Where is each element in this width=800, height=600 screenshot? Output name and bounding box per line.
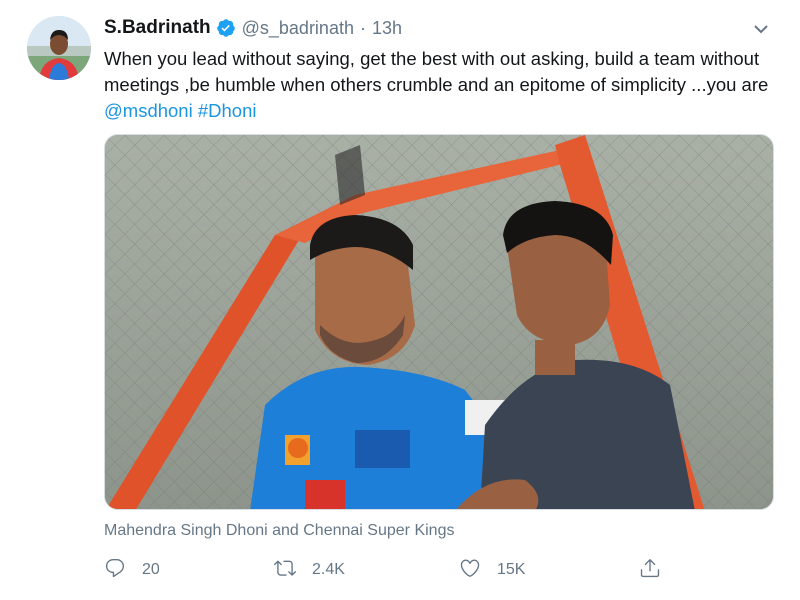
tweet-actions: 20 2.4K 15K [104, 556, 684, 584]
separator-dot: · [359, 17, 366, 38]
reply-button[interactable]: 20 [104, 556, 160, 584]
timestamp[interactable]: 13h [372, 18, 402, 39]
like-count: 15K [497, 561, 526, 578]
media-caption: Mahendra Singh Dhoni and Chennai Super K… [104, 522, 455, 539]
tweet-text-body: When you lead without saying, get the be… [104, 48, 769, 95]
hashtag-link[interactable]: #Dhoni [198, 100, 257, 121]
tweet-card[interactable]: S.Badrinath @s_badrinath · 13h When you … [0, 0, 800, 600]
retweet-count: 2.4K [312, 561, 345, 578]
like-button[interactable]: 15K [459, 556, 525, 584]
avatar[interactable] [27, 16, 91, 80]
handle[interactable]: @s_badrinath [242, 18, 354, 39]
retweet-button[interactable]: 2.4K [274, 556, 345, 584]
reply-count: 20 [142, 561, 160, 578]
photo-image [105, 135, 773, 509]
display-name[interactable]: S.Badrinath [104, 17, 211, 39]
share-icon [639, 557, 661, 584]
tweet-text: When you lead without saying, get the be… [104, 46, 774, 124]
chevron-down-icon[interactable] [750, 18, 772, 40]
reply-icon [104, 557, 126, 584]
tweet-header: S.Badrinath @s_badrinath · 13h [104, 14, 402, 42]
tweet-photo[interactable] [104, 134, 774, 510]
mention-link[interactable]: @msdhoni [104, 100, 193, 121]
share-button[interactable] [639, 556, 661, 584]
retweet-icon [274, 557, 296, 584]
avatar-image [27, 16, 91, 80]
verified-badge-icon [216, 18, 236, 38]
heart-icon [459, 557, 481, 584]
